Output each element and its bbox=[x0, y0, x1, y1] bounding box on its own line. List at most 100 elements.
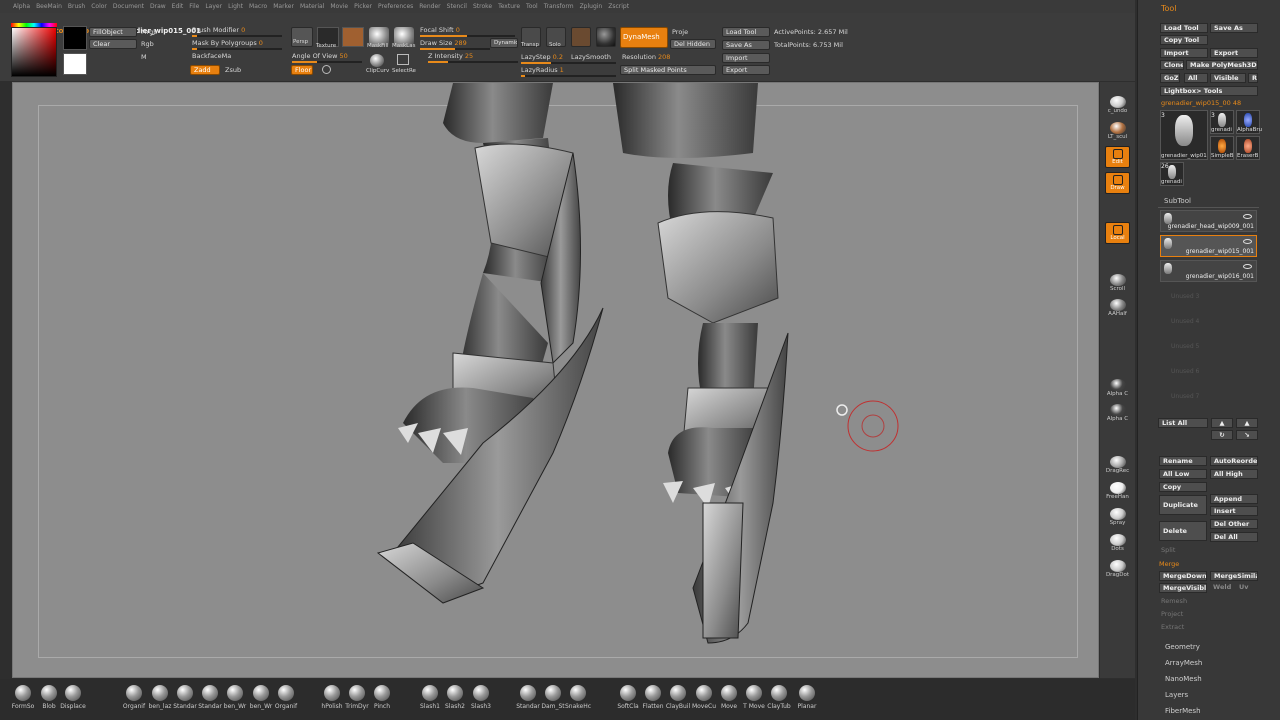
fill-object-button[interactable]: FillObject bbox=[89, 27, 137, 37]
brush-organif[interactable]: Organif bbox=[121, 685, 147, 710]
floor-button[interactable]: Floor bbox=[291, 65, 313, 75]
menu-light[interactable]: Light bbox=[228, 3, 243, 10]
arrow-up-icon[interactable]: ▲ bbox=[1211, 418, 1233, 428]
brush-displace[interactable]: Displace bbox=[60, 685, 86, 710]
secondary-color-swatch[interactable] bbox=[63, 53, 87, 75]
tool-all-button[interactable]: All bbox=[1184, 73, 1208, 83]
op-remesh-toggle[interactable]: Remesh bbox=[1161, 597, 1187, 605]
del-hidden-button[interactable]: Del Hidden bbox=[670, 39, 716, 49]
op-rename-button[interactable]: Rename bbox=[1159, 456, 1207, 466]
menu-beemain[interactable]: BeeMain bbox=[36, 3, 62, 10]
lazyradius-slider[interactable]: LazyRadius 1 bbox=[521, 66, 564, 74]
shelf-c-undo[interactable]: c_undo bbox=[1105, 94, 1130, 116]
brush-softcla[interactable]: SoftCla bbox=[615, 685, 641, 710]
op-project-toggle[interactable]: Project bbox=[1161, 610, 1183, 618]
save-as-button[interactable]: Save As bbox=[722, 40, 770, 50]
draw-size-slider[interactable]: Draw Size 289 bbox=[420, 39, 467, 47]
menu-draw[interactable]: Draw bbox=[150, 3, 166, 10]
shelf-freehan[interactable]: FreeHan bbox=[1105, 480, 1130, 502]
tool-thumb[interactable]: grenadier_wip01 bbox=[1160, 110, 1208, 160]
tool-make-polymesh3d-button[interactable]: Make PolyMesh3D bbox=[1186, 60, 1258, 70]
menu-stencil[interactable]: Stencil bbox=[447, 3, 467, 10]
visibility-eye-icon[interactable] bbox=[1243, 264, 1252, 269]
menu-document[interactable]: Document bbox=[113, 3, 144, 10]
op-duplicate-button[interactable]: Duplicate bbox=[1159, 495, 1207, 515]
tool-goz-button[interactable]: GoZ bbox=[1160, 73, 1180, 83]
op-mergevisible-button[interactable]: MergeVisible bbox=[1159, 583, 1207, 593]
menu-stroke[interactable]: Stroke bbox=[473, 3, 492, 10]
op-delete-button[interactable]: Delete bbox=[1159, 521, 1207, 541]
shelf-dragdot[interactable]: DragDot bbox=[1105, 558, 1130, 580]
hue-strip[interactable] bbox=[11, 23, 57, 27]
arrow-down-icon[interactable]: ↘ bbox=[1236, 430, 1258, 440]
menu-file[interactable]: File bbox=[189, 3, 199, 10]
shelf-spray[interactable]: Spray bbox=[1105, 506, 1130, 528]
subtool-item[interactable]: grenadier_head_wip009_001 bbox=[1160, 210, 1257, 232]
shelf-alpha-c[interactable]: Alpha C bbox=[1105, 402, 1130, 424]
zadd-button[interactable]: Zadd bbox=[190, 65, 220, 75]
op-del-other-button[interactable]: Del Other bbox=[1210, 519, 1258, 529]
brush-hpolish[interactable]: hPolish bbox=[319, 685, 345, 710]
op-copy-button[interactable]: Copy bbox=[1159, 482, 1207, 492]
arrow-rotate-icon[interactable]: ↻ bbox=[1211, 430, 1233, 440]
tool-lightbox-tools-button[interactable]: Lightbox> Tools bbox=[1160, 86, 1258, 96]
brush-ben-wr[interactable]: ben_Wr bbox=[222, 685, 248, 710]
menu-zplugin[interactable]: Zplugin bbox=[580, 3, 603, 10]
menu-movie[interactable]: Movie bbox=[330, 3, 348, 10]
current-tool-name[interactable]: grenadier_wip015_00 48 bbox=[1161, 99, 1241, 107]
import-button[interactable]: Import bbox=[722, 53, 770, 63]
menu-zscript[interactable]: Zscript bbox=[608, 3, 629, 10]
brush-claytub[interactable]: ClayTub bbox=[766, 685, 792, 710]
menu-macro[interactable]: Macro bbox=[249, 3, 267, 10]
menu-edit[interactable]: Edit bbox=[172, 3, 184, 10]
brush-slash1[interactable]: Slash1 bbox=[417, 685, 443, 710]
menu-brush[interactable]: Brush bbox=[68, 3, 85, 10]
section-geometry[interactable]: Geometry bbox=[1165, 643, 1200, 651]
brush-claybuil[interactable]: ClayBuil bbox=[665, 685, 691, 710]
brush-trimdyr[interactable]: TrimDyr bbox=[344, 685, 370, 710]
op-del-all-button[interactable]: Del All bbox=[1210, 532, 1258, 542]
load-tool-button[interactable]: Load Tool bbox=[722, 27, 770, 37]
export-button[interactable]: Export bbox=[722, 65, 770, 75]
op-merge-toggle[interactable]: Merge bbox=[1159, 560, 1179, 568]
section-layers[interactable]: Layers bbox=[1165, 691, 1188, 699]
brush-standar[interactable]: Standar bbox=[197, 685, 223, 710]
section-nanomesh[interactable]: NanoMesh bbox=[1165, 675, 1202, 683]
op-weld-button[interactable]: Weld bbox=[1210, 583, 1234, 593]
shelf-dots[interactable]: Dots bbox=[1105, 532, 1130, 554]
brush-t-move[interactable]: T Move bbox=[741, 685, 767, 710]
brush-slash2[interactable]: Slash2 bbox=[442, 685, 468, 710]
mrgb-button[interactable]: Mrgb bbox=[141, 28, 157, 36]
shelf-lt-scul[interactable]: LT_scul bbox=[1105, 120, 1130, 142]
material-thumb[interactable] bbox=[342, 27, 364, 47]
subtool-title[interactable]: SubTool bbox=[1164, 197, 1191, 205]
persp-button[interactable]: Persp bbox=[291, 27, 313, 47]
menu-alpha[interactable]: Alpha bbox=[13, 3, 30, 10]
subtool-item[interactable]: grenadier_wip015_001 bbox=[1160, 235, 1257, 257]
op-split-toggle[interactable]: Split bbox=[1161, 546, 1175, 554]
clear-button[interactable]: Clear bbox=[89, 39, 137, 49]
visibility-eye-icon[interactable] bbox=[1243, 214, 1252, 219]
split-masked-points-button[interactable]: Split Masked Points bbox=[620, 65, 716, 75]
tool-clone-button[interactable]: Clone bbox=[1160, 60, 1184, 70]
menu-color[interactable]: Color bbox=[91, 3, 107, 10]
lightbox-thumb[interactable] bbox=[571, 27, 591, 47]
section-fibermesh[interactable]: FiberMesh bbox=[1165, 707, 1201, 715]
tool-save-as-button[interactable]: Save As bbox=[1210, 23, 1258, 33]
brush-standar[interactable]: Standar bbox=[515, 685, 541, 710]
menu-layer[interactable]: Layer bbox=[205, 3, 222, 10]
dynamesh-button[interactable]: DynaMesh bbox=[620, 27, 668, 48]
op-mergesimilar-button[interactable]: MergeSimilar bbox=[1210, 571, 1258, 581]
dynamic-button[interactable]: Dynamic bbox=[490, 38, 518, 48]
brush-ben-wr[interactable]: ben_Wr bbox=[248, 685, 274, 710]
focal-shift-slider[interactable]: Focal Shift 0 bbox=[420, 26, 460, 34]
tool-r-button[interactable]: R bbox=[1248, 73, 1258, 83]
tool-thumb[interactable]: EraserB bbox=[1236, 136, 1260, 160]
list-all-button[interactable]: List All bbox=[1158, 418, 1208, 428]
main-color-swatch[interactable] bbox=[63, 26, 87, 50]
op-mergedown-button[interactable]: MergeDown bbox=[1159, 571, 1207, 581]
brush-formso[interactable]: FormSo bbox=[10, 685, 36, 710]
menu-transform[interactable]: Transform bbox=[544, 3, 574, 10]
menu-material[interactable]: Material bbox=[300, 3, 324, 10]
zsub-button[interactable]: Zsub bbox=[225, 66, 241, 74]
